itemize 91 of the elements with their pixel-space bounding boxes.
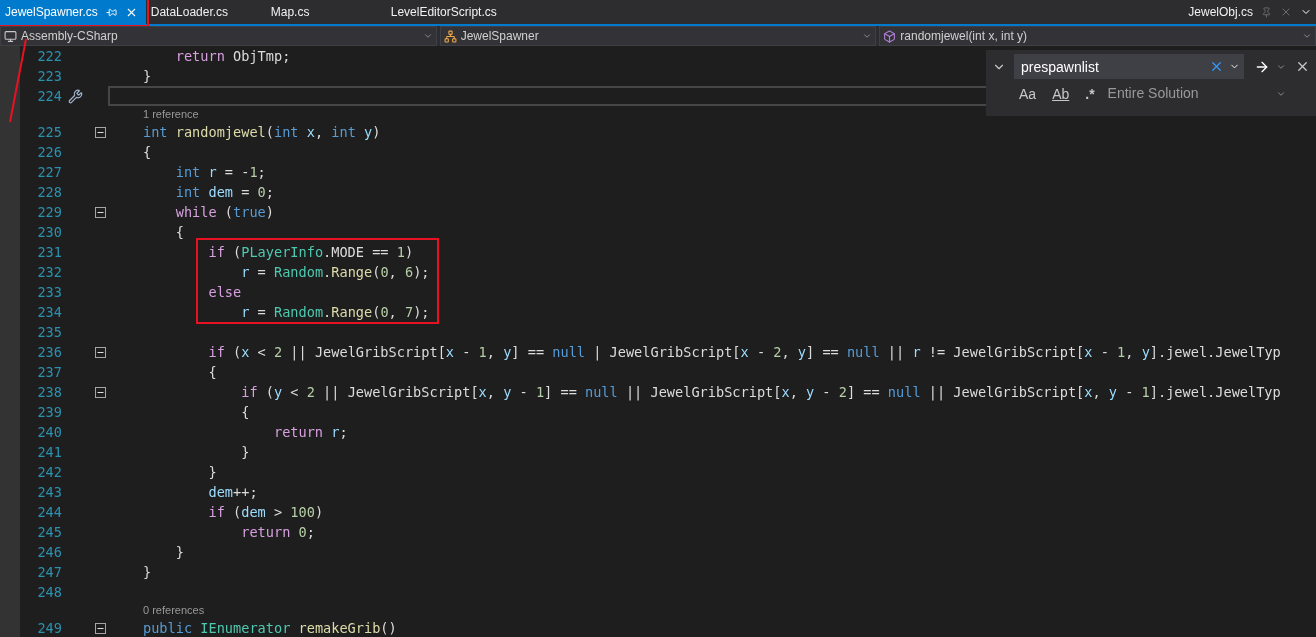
line-number: 245 xyxy=(36,522,62,542)
code-line: int r = -1; xyxy=(174,162,266,182)
project-icon xyxy=(4,29,17,43)
line-number: 238 xyxy=(36,382,62,402)
code-line: { xyxy=(240,402,250,422)
line-number: 239 xyxy=(36,402,62,422)
code-line: return 0; xyxy=(240,522,315,542)
tab-label: DataLoader.cs xyxy=(150,4,229,21)
collapse-icon[interactable] xyxy=(94,386,106,398)
line-number: 237 xyxy=(36,362,62,382)
tab-label: LevelEditorScript.cs xyxy=(390,4,497,21)
line-number: 249 xyxy=(36,618,62,637)
line-number: 223 xyxy=(36,66,62,86)
codelens-reference[interactable]: 0 references xyxy=(143,602,205,618)
line-number: 229 xyxy=(36,202,62,222)
dropdown-caret-icon xyxy=(1302,31,1312,41)
code-line: } xyxy=(143,66,152,86)
search-field[interactable]: prespawnlist xyxy=(1014,54,1244,79)
line-number: 232 xyxy=(36,262,62,282)
code-line: } xyxy=(143,562,152,582)
dropdown-caret-icon xyxy=(862,31,873,41)
line-number: 234 xyxy=(36,302,62,322)
tab-label: Map.cs xyxy=(270,4,310,21)
code-line: } xyxy=(174,542,184,562)
line-number: 247 xyxy=(36,562,62,582)
dropdown-label: JewelSpawner xyxy=(460,28,539,45)
collapse-icon[interactable] xyxy=(94,206,106,218)
line-number: 227 xyxy=(36,162,62,182)
dropdown-label: Assembly-CSharp xyxy=(21,28,118,45)
code-line: { xyxy=(207,362,217,382)
line-number: 222 xyxy=(36,46,62,66)
search-option-toggle[interactable]: .* xyxy=(1082,83,1098,104)
file-tab[interactable]: JewelSpawner.cs xyxy=(0,0,146,24)
screwdriver-icon[interactable] xyxy=(67,88,83,104)
scope-dropdown[interactable]: Entire Solution xyxy=(1107,83,1310,104)
class-icon xyxy=(443,29,457,43)
code-line: } xyxy=(240,442,250,462)
line-number: 246 xyxy=(36,542,62,562)
code-line: if (x < 2 || JewelGribScript[x - 1, y] == null | JewelGribScript[x - 2, y] == null || r != JewelGribScript[x - 1, y].jewel.JewelTyp xyxy=(207,342,1281,363)
line-number: 236 xyxy=(36,342,62,362)
line-number: 248 xyxy=(36,582,62,602)
code-line: { xyxy=(143,142,152,162)
code-line: else xyxy=(207,282,242,302)
collapse-icon[interactable] xyxy=(94,346,106,358)
navigation-dropdown[interactable]: randomjewel(int x, int y) xyxy=(879,26,1316,46)
line-number: 233 xyxy=(36,282,62,302)
file-tab[interactable]: DataLoader.cs xyxy=(145,0,266,24)
code-line: if (dem > 100) xyxy=(207,502,324,522)
line-number: 231 xyxy=(36,242,62,262)
method-icon xyxy=(883,29,897,43)
code-line: int dem = 0; xyxy=(174,182,274,202)
tab-label: JewelSpawner.cs xyxy=(5,4,98,21)
pin-icon[interactable] xyxy=(105,6,117,18)
collapse-icon[interactable] xyxy=(94,126,106,138)
code-line: dem++; xyxy=(207,482,258,502)
file-tab[interactable]: Map.cs xyxy=(265,0,386,24)
code-line: int randomjewel(int x, int y) xyxy=(143,122,381,142)
file-tab[interactable]: LevelEditorScript.cs xyxy=(385,0,506,24)
line-number: 243 xyxy=(36,482,62,502)
code-line: if (PLayerInfo.MODE == 1) xyxy=(207,242,414,262)
close-icon[interactable] xyxy=(1295,59,1310,74)
line-number: 225 xyxy=(36,122,62,142)
dropdown-caret-icon xyxy=(422,31,433,41)
scope-label: Entire Solution xyxy=(1107,84,1199,103)
search-option-toggle[interactable]: Ab xyxy=(1049,83,1073,104)
code-line: { xyxy=(174,222,184,242)
code-line: while (true) xyxy=(174,202,274,222)
line-number: 228 xyxy=(36,182,62,202)
code-line: return ObjTmp; xyxy=(174,46,291,66)
code-line: public IEnumerator remakeGrib() xyxy=(143,618,397,637)
search-option-toggle[interactable]: Aa xyxy=(1016,83,1040,104)
line-number: 242 xyxy=(36,462,62,482)
collapse-icon[interactable] xyxy=(94,622,106,634)
navigation-dropdown[interactable]: JewelSpawner xyxy=(439,26,877,46)
codelens-reference[interactable]: 1 reference xyxy=(143,106,199,122)
code-line: r = Random.Range(0, 6); xyxy=(240,262,430,282)
line-number: 226 xyxy=(36,142,62,162)
code-line: } xyxy=(207,462,217,482)
line-number: 241 xyxy=(36,442,62,462)
line-number: 240 xyxy=(36,422,62,442)
code-line: return r; xyxy=(272,422,348,442)
preview-tab[interactable]: JewelObj.cs xyxy=(1188,3,1253,21)
clear-icon[interactable] xyxy=(1209,59,1224,74)
line-number: 235 xyxy=(36,322,62,342)
dropdown-label: randomjewel(int x, int y) xyxy=(900,28,1028,45)
line-number: 244 xyxy=(36,502,62,522)
code-line: r = Random.Range(0, 7); xyxy=(240,302,430,322)
line-number: 230 xyxy=(36,222,62,242)
navigation-dropdown[interactable]: Assembly-CSharp xyxy=(0,26,437,46)
line-number: 224 xyxy=(36,86,62,106)
code-line: if (y < 2 || JewelGribScript[x, y - 1] == null || JewelGribScript[x, y - 2] == null || JewelGribScript[x, y - 1].jewel.JewelTyp xyxy=(240,382,1281,403)
